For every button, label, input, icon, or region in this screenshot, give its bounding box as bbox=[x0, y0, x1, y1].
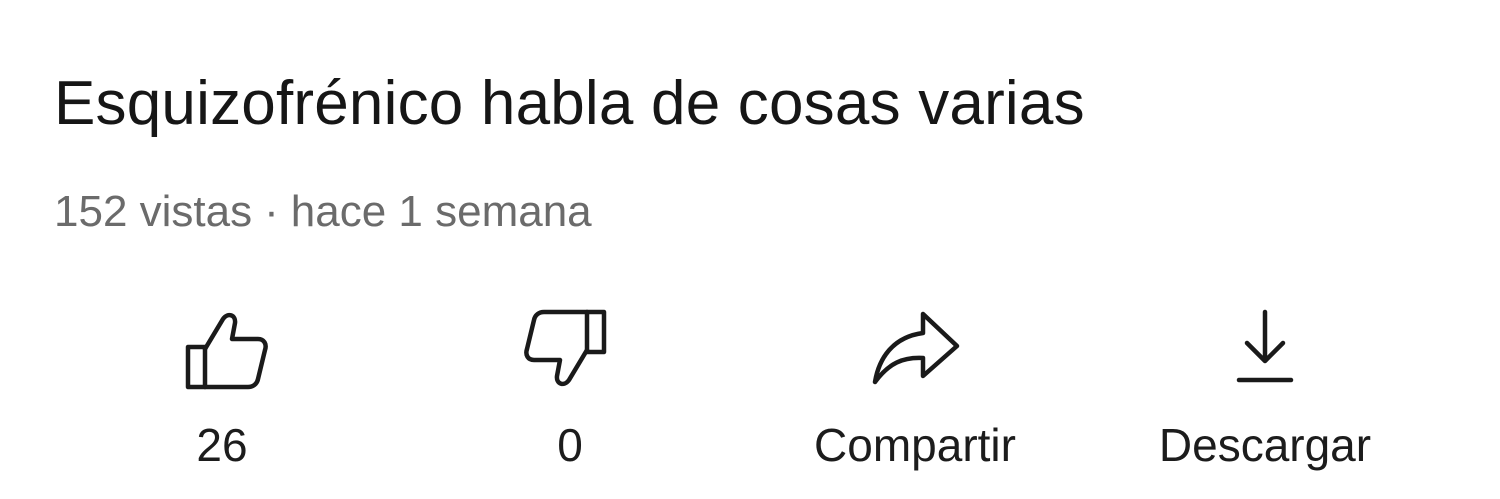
view-count: 152 vistas bbox=[54, 187, 253, 236]
download-button[interactable]: Descargar bbox=[1130, 300, 1400, 490]
video-title: Esquizofrénico habla de cosas varias bbox=[54, 69, 1085, 138]
download-icon bbox=[1217, 300, 1313, 396]
video-metadata: 152 vistas · hace 1 semana bbox=[54, 186, 592, 238]
publish-date: hace 1 semana bbox=[290, 187, 592, 236]
like-count: 26 bbox=[196, 419, 248, 471]
share-button[interactable]: Compartir bbox=[770, 300, 1060, 490]
video-info-panel: Esquizofrénico habla de cosas varias 152… bbox=[0, 0, 1500, 499]
dislike-button[interactable]: 0 bbox=[470, 300, 670, 490]
like-button[interactable]: 26 bbox=[122, 300, 322, 490]
download-label: Descargar bbox=[1158, 419, 1372, 471]
thumbs-down-icon bbox=[522, 300, 618, 396]
share-label: Compartir bbox=[814, 419, 1016, 471]
meta-separator: · bbox=[264, 187, 279, 236]
action-bar: 26 0 Compartir Descargar bbox=[0, 300, 1500, 490]
thumbs-up-icon bbox=[174, 300, 270, 396]
dislike-count: 0 bbox=[557, 419, 583, 471]
share-arrow-icon bbox=[867, 300, 963, 396]
